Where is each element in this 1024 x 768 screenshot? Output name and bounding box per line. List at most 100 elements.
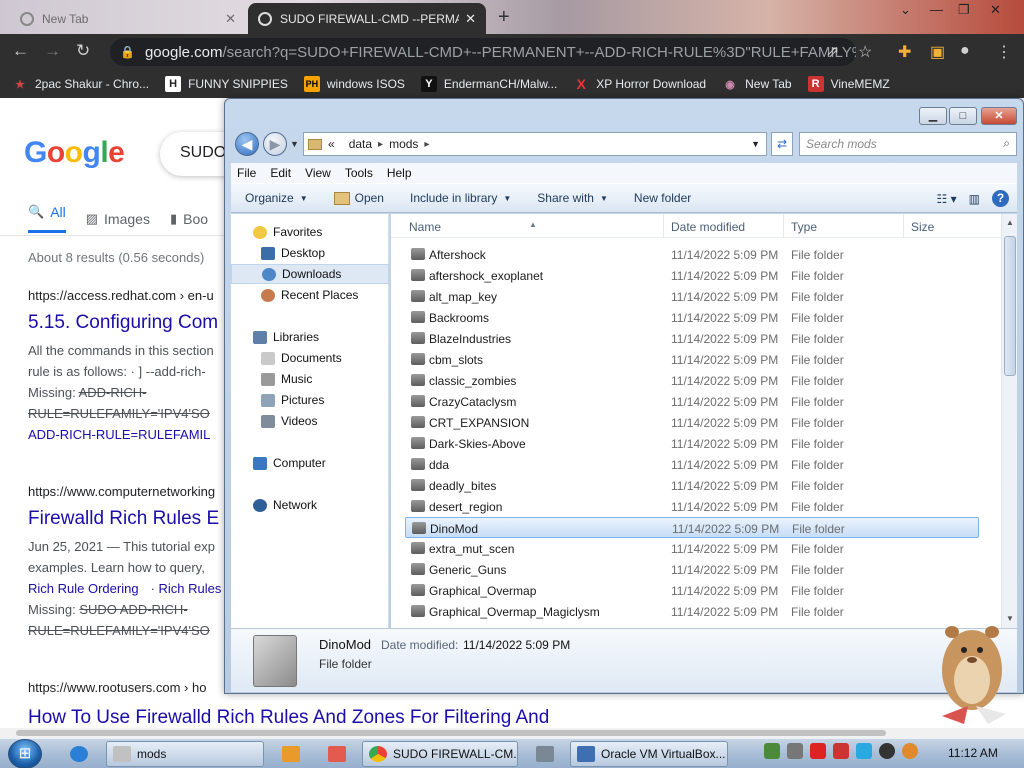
preview-pane-icon[interactable]: ▥ [969, 192, 980, 206]
tab-google-search[interactable]: SUDO FIREWALL-CMD --PERMANENT ✕ [248, 3, 486, 34]
nav-music[interactable]: Music [231, 369, 389, 389]
menu-tools[interactable]: Tools [345, 166, 373, 180]
nav-pictures[interactable]: Pictures [231, 390, 389, 410]
file-row[interactable]: BlazeIndustries 11/14/2022 5:09 PM File fo… [405, 328, 979, 349]
new-tab-plus-icon[interactable]: + [498, 6, 510, 29]
explorer-address-bar[interactable]: « data ▸ mods ▸ ▼ [303, 132, 767, 156]
start-button[interactable]: ⊞ [8, 739, 42, 768]
tab-all[interactable]: 🔍 All [28, 204, 66, 233]
bookmark-item[interactable]: X XP Horror Download [573, 76, 707, 92]
bookmark-item[interactable]: R VineMEMZ [807, 76, 890, 92]
tray-antivirus-icon[interactable] [810, 743, 826, 759]
nav-downloads[interactable]: Downloads [231, 264, 389, 284]
menu-view[interactable]: View [305, 166, 331, 180]
file-row[interactable]: desert_region 11/14/2022 5:09 PM File fold… [405, 496, 979, 517]
help-icon[interactable]: ? [992, 190, 1009, 207]
share-with-button[interactable]: Share with ▼ [537, 191, 608, 205]
scrollbar-thumb[interactable] [1004, 236, 1016, 376]
nav-libraries[interactable]: Libraries [231, 327, 389, 347]
file-row[interactable]: aftershock_exoplanet 11/14/2022 5:09 PM Fi… [405, 265, 979, 286]
taskbar-calc[interactable] [530, 741, 564, 767]
window-minimize-button[interactable]: ▁ [919, 107, 947, 125]
refresh-icon[interactable]: ⇄ [771, 132, 793, 156]
taskbar-media[interactable] [276, 741, 310, 767]
file-row[interactable]: dda 11/14/2022 5:09 PM File folder [405, 454, 979, 475]
close-tab-icon[interactable]: ✕ [225, 11, 236, 27]
file-row[interactable]: CrazyCataclysm 11/14/2022 5:09 PM File fol… [405, 391, 979, 412]
explorer-forward-button[interactable]: ▶ [263, 132, 287, 156]
breadcrumb-data[interactable]: data [349, 137, 372, 151]
tray-display-icon[interactable] [856, 743, 872, 759]
bookmark-item[interactable]: Y EndermanCH/Malw... [420, 76, 557, 92]
tab-books[interactable]: ▮ Boo [170, 204, 208, 233]
file-row[interactable]: Generic_Guns 11/14/2022 5:09 PM File folde… [405, 559, 979, 580]
bookmark-item[interactable]: ★ 2pac Shakur - Chro... [12, 76, 149, 92]
breadcrumb-separator-icon[interactable]: ▸ [378, 139, 383, 150]
extensions-puzzle-icon[interactable]: ✚ [898, 42, 911, 62]
search-with-link[interactable]: ADD-RICH-RULE=RULEFAMIL [28, 427, 210, 442]
search-mods-input[interactable]: Search mods ⌕ [799, 132, 1017, 156]
nav-desktop[interactable]: Desktop [231, 243, 389, 263]
minimize-icon[interactable]: — [930, 2, 943, 17]
file-row[interactable]: DinoMod 11/14/2022 5:09 PM File folder [405, 517, 979, 538]
google-logo[interactable]: Google [24, 136, 125, 170]
nav-videos[interactable]: Videos [231, 411, 389, 431]
file-row[interactable]: CRT_EXPANSION 11/14/2022 5:09 PM File fold… [405, 412, 979, 433]
nav-recent-places[interactable]: Recent Places [231, 285, 389, 305]
menu-edit[interactable]: Edit [270, 166, 291, 180]
file-row[interactable]: alt_map_key 11/14/2022 5:09 PM File folder [405, 286, 979, 307]
forward-arrow-icon[interactable]: → [44, 41, 61, 61]
file-row[interactable]: Aftershock 11/14/2022 5:09 PM File folder [405, 244, 979, 265]
include-in-library-button[interactable]: Include in library ▼ [410, 191, 511, 205]
sitelink[interactable]: Rich Rule Ordering [28, 581, 139, 596]
taskbar-chrome[interactable]: SUDO FIREWALL-CM... [362, 741, 518, 767]
file-row[interactable]: classic_zombies 11/14/2022 5:09 PM File fo… [405, 370, 979, 391]
file-row[interactable]: Graphical_Overmap_Magiclysm 11/14/2022 5:… [405, 601, 979, 622]
horizontal-scrollbar[interactable] [0, 728, 1024, 738]
vertical-scrollbar[interactable]: ▲ ▼ [1001, 214, 1017, 628]
profile-avatar-icon[interactable]: ● [960, 42, 970, 60]
column-header-size[interactable]: Size [911, 220, 934, 234]
bookmark-item[interactable]: H FUNNY SNIPPIES [165, 76, 288, 92]
tray-flag-icon[interactable] [833, 743, 849, 759]
share-icon[interactable]: ⇗ [826, 42, 839, 62]
file-row[interactable]: Dark-Skies-Above 11/14/2022 5:09 PM File f… [405, 433, 979, 454]
breadcrumb-separator-icon[interactable]: ▸ [424, 139, 429, 150]
scrollbar-thumb[interactable] [16, 730, 886, 736]
file-row[interactable]: deadly_bites 11/14/2022 5:09 PM File folde… [405, 475, 979, 496]
window-close-button[interactable]: ✕ [981, 107, 1017, 125]
window-maximize-button[interactable]: □ [949, 107, 977, 125]
view-options-icon[interactable]: ☷ ▾ [937, 192, 957, 206]
breadcrumb-mods[interactable]: mods [389, 137, 418, 151]
address-dropdown-icon[interactable]: ▼ [751, 139, 760, 149]
close-icon[interactable]: ✕ [990, 2, 1001, 18]
sitelink[interactable]: Rich Rules [159, 581, 222, 596]
explorer-back-button[interactable]: ◀ [235, 132, 259, 156]
new-folder-button[interactable]: New folder [634, 191, 691, 205]
tab-search-icon[interactable]: ⌄ [900, 2, 911, 18]
bookmark-item[interactable]: ◉ New Tab [722, 76, 791, 92]
nav-documents[interactable]: Documents [231, 348, 389, 368]
file-row[interactable]: extra_mut_scen 11/14/2022 5:09 PM File fol… [405, 538, 979, 559]
nav-computer[interactable]: Computer [231, 453, 389, 473]
column-header-date[interactable]: Date modified [671, 220, 745, 234]
nav-favorites[interactable]: Favorites [231, 222, 389, 242]
open-button[interactable]: Open [333, 191, 384, 205]
breadcrumb-overflow[interactable]: « [328, 137, 335, 151]
taskbar-paint[interactable] [322, 741, 356, 767]
result-title-link[interactable]: How To Use Firewalld Rich Rules And Zone… [28, 707, 728, 728]
taskbar-explorer-mods[interactable]: mods [106, 741, 264, 767]
menu-help[interactable]: Help [387, 166, 412, 180]
file-row[interactable]: Backrooms 11/14/2022 5:09 PM File folder [405, 307, 979, 328]
tray-media-icon[interactable] [879, 743, 895, 759]
tray-app-icon[interactable] [787, 743, 803, 759]
reload-icon[interactable]: ↻ [76, 41, 90, 61]
close-tab-icon[interactable]: ✕ [465, 11, 476, 27]
tray-search-icon[interactable] [902, 743, 918, 759]
maximize-icon[interactable]: ❐ [958, 2, 970, 18]
taskbar-ie[interactable] [64, 741, 98, 767]
taskbar-virtualbox[interactable]: Oracle VM VirtualBox... [570, 741, 728, 767]
organize-button[interactable]: Organize ▼ [245, 191, 308, 205]
file-row[interactable]: cbm_slots 11/14/2022 5:09 PM File folder [405, 349, 979, 370]
menu-kebab-icon[interactable]: ⋮ [996, 42, 1012, 62]
